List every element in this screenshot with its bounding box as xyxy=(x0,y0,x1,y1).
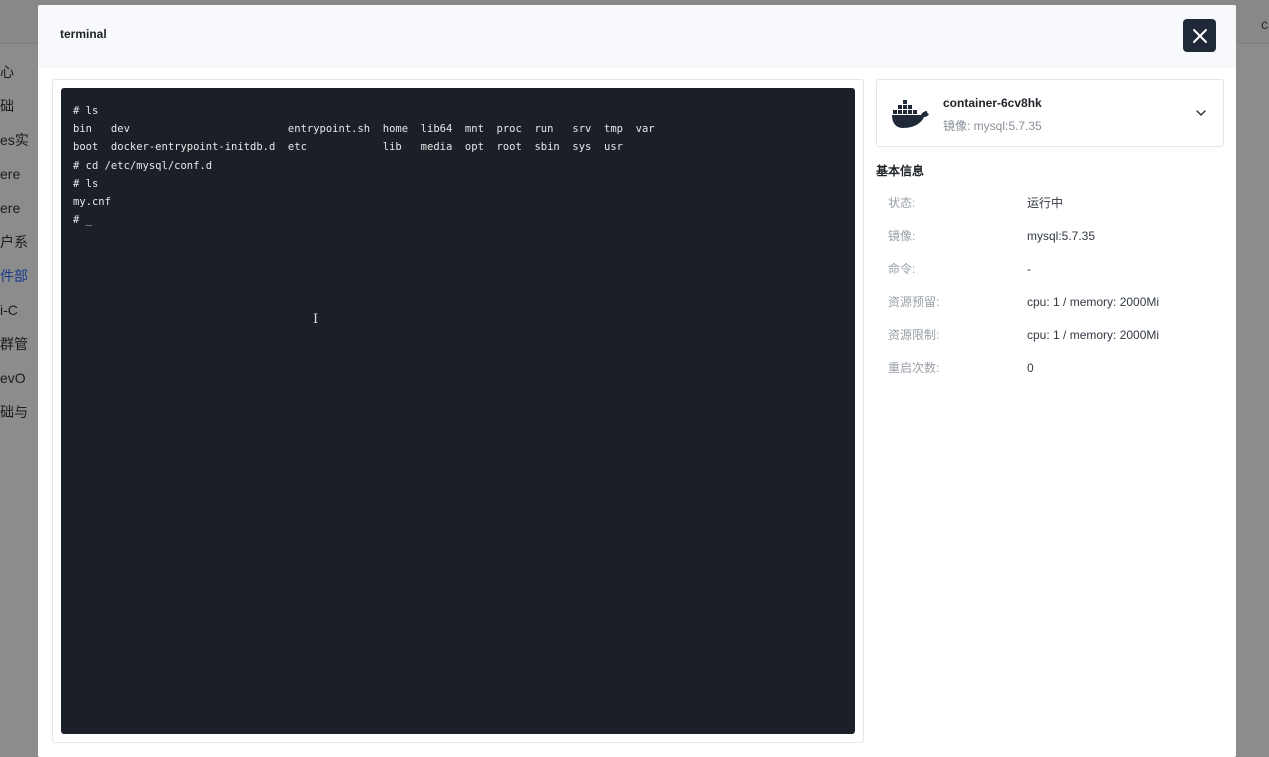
terminal-line: my.cnf xyxy=(73,195,111,208)
close-icon xyxy=(1192,28,1207,43)
terminal-screen[interactable]: # ls bin dev entrypoint.sh home lib64 mn… xyxy=(61,88,855,734)
info-key: 资源限制: xyxy=(888,328,940,342)
info-value: 运行中 xyxy=(1027,196,1064,210)
info-key: 状态: xyxy=(888,196,916,210)
terminal-line: bin dev entrypoint.sh home lib64 mnt pro… xyxy=(73,123,655,136)
container-name: container-6cv8hk xyxy=(943,96,1042,110)
info-key: 重启次数: xyxy=(888,361,940,375)
info-row-resource-limit: 资源限制: cpu: 1 / memory: 2000Mi xyxy=(888,325,1218,345)
basic-info-title: 基本信息 xyxy=(876,164,925,178)
info-row-command: 命令: - xyxy=(888,259,1218,279)
info-value: 0 xyxy=(1027,361,1034,375)
modal-header: terminal xyxy=(38,5,1236,68)
info-value: cpu: 1 / memory: 2000Mi xyxy=(1027,328,1160,342)
close-button[interactable] xyxy=(1183,19,1216,52)
terminal-line: # ls xyxy=(73,177,99,190)
info-key: 镜像: xyxy=(888,229,916,243)
info-key: 命令: xyxy=(888,262,916,276)
text-cursor-icon: I xyxy=(313,312,319,327)
docker-icon xyxy=(892,100,929,128)
info-row-restart-count: 重启次数: 0 xyxy=(888,358,1218,378)
terminal-line: # cd /etc/mysql/conf.d xyxy=(73,159,213,172)
modal-title: terminal xyxy=(60,27,107,41)
terminal-panel: # ls bin dev entrypoint.sh home lib64 mn… xyxy=(52,79,864,743)
info-value: cpu: 1 / memory: 2000Mi xyxy=(1027,295,1160,309)
terminal-line: # _ xyxy=(73,214,92,227)
chevron-down-icon xyxy=(1196,110,1206,116)
info-row-image: 镜像: mysql:5.7.35 xyxy=(888,226,1218,246)
info-key: 资源预留: xyxy=(888,295,940,309)
info-value: mysql:5.7.35 xyxy=(1027,229,1096,243)
info-row-status: 状态: 运行中 xyxy=(888,193,1218,213)
info-value: - xyxy=(1027,262,1031,276)
info-row-resource-request: 资源预留: cpu: 1 / memory: 2000Mi xyxy=(888,292,1218,312)
terminal-line: # ls xyxy=(73,105,99,117)
terminal-modal: terminal # ls bin dev entrypoint.sh home… xyxy=(38,5,1236,757)
container-image: 镜像: mysql:5.7.35 xyxy=(943,119,1042,133)
terminal-line: boot docker-entrypoint-initdb.d etc lib … xyxy=(73,141,623,154)
container-selector[interactable]: container-6cv8hk 镜像: mysql:5.7.35 xyxy=(876,79,1224,147)
